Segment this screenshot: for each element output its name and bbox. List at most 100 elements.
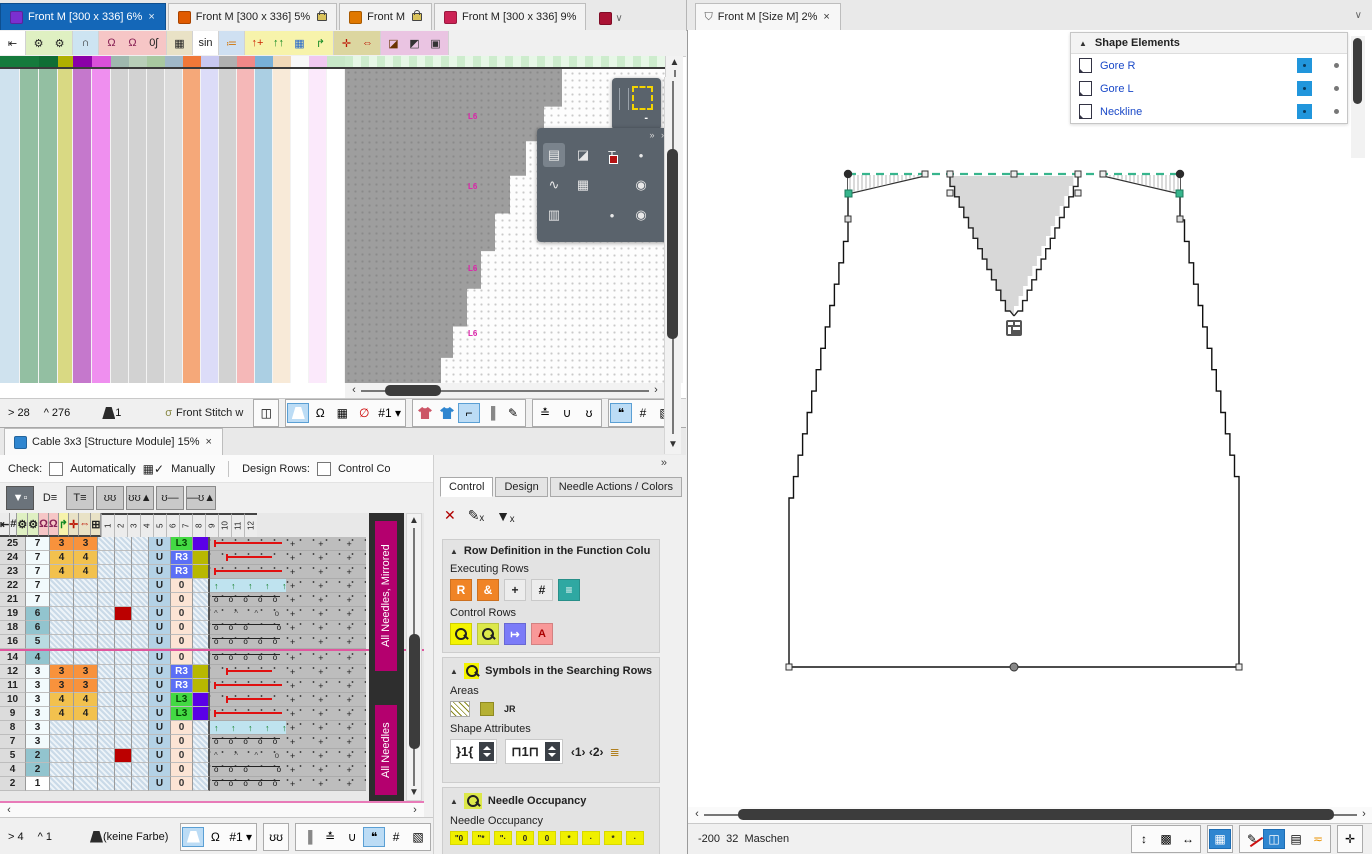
group-cell[interactable]: 2 bbox=[26, 749, 50, 763]
function-cell[interactable] bbox=[132, 607, 149, 621]
needle-column-header[interactable]: 9 bbox=[205, 513, 218, 537]
stitch-length-button[interactable]: Ω bbox=[204, 827, 226, 847]
needle-pattern-cells[interactable]: o o o o o + + + + + + bbox=[210, 621, 366, 635]
needle-action-cell[interactable]: U bbox=[149, 679, 171, 693]
racking-cell[interactable]: L3 bbox=[171, 537, 193, 551]
racking-cell[interactable]: 0 bbox=[171, 593, 193, 607]
column-header[interactable] bbox=[183, 56, 201, 67]
racking-cell[interactable]: 0 bbox=[171, 607, 193, 621]
value-cell[interactable] bbox=[74, 777, 98, 791]
handle-shoulder-right[interactable] bbox=[1176, 170, 1184, 178]
needle-pattern-cells[interactable]: + + + + + + bbox=[210, 665, 366, 679]
handle[interactable] bbox=[1075, 190, 1081, 196]
function-cell[interactable] bbox=[115, 749, 132, 763]
pattern-column[interactable] bbox=[183, 69, 201, 383]
function-cell[interactable] bbox=[132, 537, 149, 551]
scroll-up-icon[interactable]: ▲ bbox=[407, 516, 421, 526]
needle-column-header[interactable]: 4 bbox=[140, 513, 153, 537]
extra-color-cell[interactable] bbox=[193, 749, 210, 763]
bracket-markers[interactable]: ‹1› ‹2› bbox=[571, 745, 604, 759]
handle[interactable] bbox=[1177, 216, 1183, 222]
row-insert-icon[interactable]: ↑+ bbox=[247, 33, 268, 54]
gore-attribute-control[interactable]: }1{ bbox=[450, 739, 497, 764]
extra-color-cell[interactable] bbox=[193, 721, 210, 735]
needle-action-cell[interactable]: U bbox=[149, 651, 171, 665]
needle-pattern-cells[interactable]: + + + + + + bbox=[210, 679, 366, 693]
yarn-field-columns[interactable] bbox=[0, 56, 345, 383]
vertical-scrollbar[interactable] bbox=[1351, 36, 1365, 158]
handle-bottom-center[interactable] bbox=[1010, 663, 1018, 671]
function-cell[interactable] bbox=[115, 651, 132, 665]
row-number-cell[interactable]: 2 bbox=[0, 777, 26, 791]
function-cell[interactable] bbox=[115, 679, 132, 693]
value-cell[interactable] bbox=[74, 763, 98, 777]
structure-header-cell[interactable]: Ω bbox=[49, 513, 59, 537]
function-cell[interactable] bbox=[98, 551, 115, 565]
scroll-right-icon[interactable]: › bbox=[408, 804, 422, 817]
racking-cell[interactable]: 0 bbox=[171, 621, 193, 635]
sintral-icon[interactable]: sin bbox=[195, 33, 216, 54]
extra-color-cell[interactable] bbox=[193, 593, 210, 607]
scroll-left-icon[interactable]: ‹ bbox=[690, 808, 704, 821]
stretch-width-icon[interactable]: ⇔ bbox=[357, 33, 378, 54]
row-number-cell[interactable]: 10 bbox=[0, 693, 26, 707]
structure-header-cell[interactable]: ⚙ bbox=[28, 513, 39, 537]
function-cell[interactable] bbox=[98, 735, 115, 749]
pattern-column[interactable] bbox=[273, 69, 291, 383]
Design[interactable]: Design bbox=[495, 477, 547, 497]
function-cell[interactable] bbox=[98, 693, 115, 707]
shape-dotted-button[interactable] bbox=[436, 403, 458, 423]
occupancy-chip[interactable]: * bbox=[560, 831, 578, 845]
needle-pattern-cells[interactable]: + + + + + + bbox=[210, 537, 366, 551]
needle-action-cell[interactable]: U bbox=[149, 537, 171, 551]
check-automatically-checkbox[interactable] bbox=[49, 462, 63, 476]
element-option-dot[interactable] bbox=[1334, 109, 1339, 114]
value-cell[interactable] bbox=[50, 721, 74, 735]
pan-canvas-button[interactable]: ✛ bbox=[1339, 829, 1361, 849]
collapse-icon[interactable]: ▲ bbox=[450, 547, 458, 556]
row-number-cell[interactable]: 18 bbox=[0, 621, 26, 635]
function-cell[interactable] bbox=[132, 749, 149, 763]
value-cell[interactable]: 4 bbox=[74, 707, 98, 721]
table-rows-icon[interactable]: ▥ bbox=[543, 203, 565, 227]
grid-toggle-button[interactable]: # bbox=[385, 827, 407, 847]
row-number-cell[interactable]: 5 bbox=[0, 749, 26, 763]
structure-header-cell[interactable]: ⇔ bbox=[79, 513, 91, 537]
gore-arc-icon[interactable]: ∩ bbox=[75, 33, 96, 54]
extra-color-cell[interactable] bbox=[193, 777, 210, 791]
neckline-attribute-control[interactable]: ⊓1⊓ bbox=[505, 739, 563, 764]
needle-action-cell[interactable]: U bbox=[149, 665, 171, 679]
group-cell[interactable]: 3 bbox=[26, 735, 50, 749]
extra-color-cell[interactable] bbox=[193, 665, 210, 679]
needle-action-cell[interactable]: U bbox=[149, 565, 171, 579]
function-cell[interactable] bbox=[115, 621, 132, 635]
function-cell[interactable] bbox=[98, 651, 115, 665]
layer-dropdown[interactable]: #1 ▾ bbox=[375, 403, 404, 423]
yarn-color-button[interactable] bbox=[287, 403, 309, 423]
value-cell[interactable] bbox=[74, 651, 98, 665]
function-cell[interactable] bbox=[98, 621, 115, 635]
pattern-column[interactable] bbox=[73, 69, 92, 383]
extra-color-cell[interactable] bbox=[193, 763, 210, 777]
value-cell[interactable] bbox=[50, 749, 74, 763]
module-tiles-button[interactable]: ▦ bbox=[331, 403, 353, 423]
structure-grid-icon[interactable]: ▦ bbox=[572, 173, 594, 197]
yarn-color-button[interactable] bbox=[182, 827, 204, 847]
racking-cell[interactable]: 0 bbox=[171, 763, 193, 777]
value-cell[interactable]: 4 bbox=[74, 693, 98, 707]
function-cell[interactable] bbox=[115, 551, 132, 565]
exec-amp-button[interactable]: & bbox=[477, 579, 499, 601]
needle-pattern-cells[interactable]: ^ ^ ^ o o + + + + + + bbox=[210, 607, 366, 621]
needle-column-header[interactable]: 5 bbox=[153, 513, 166, 537]
function-cell[interactable] bbox=[115, 707, 132, 721]
extra-color-cell[interactable] bbox=[193, 537, 210, 551]
pattern-column[interactable] bbox=[147, 69, 165, 383]
handle[interactable] bbox=[947, 171, 953, 177]
pattern-column[interactable] bbox=[20, 69, 39, 383]
value-cell[interactable] bbox=[50, 579, 74, 593]
function-cell[interactable] bbox=[98, 679, 115, 693]
go-start-icon[interactable]: ⇤ bbox=[2, 33, 23, 54]
function-cell[interactable] bbox=[132, 593, 149, 607]
occupancy-chip[interactable]: · bbox=[582, 831, 600, 845]
function-cell[interactable] bbox=[115, 777, 132, 791]
